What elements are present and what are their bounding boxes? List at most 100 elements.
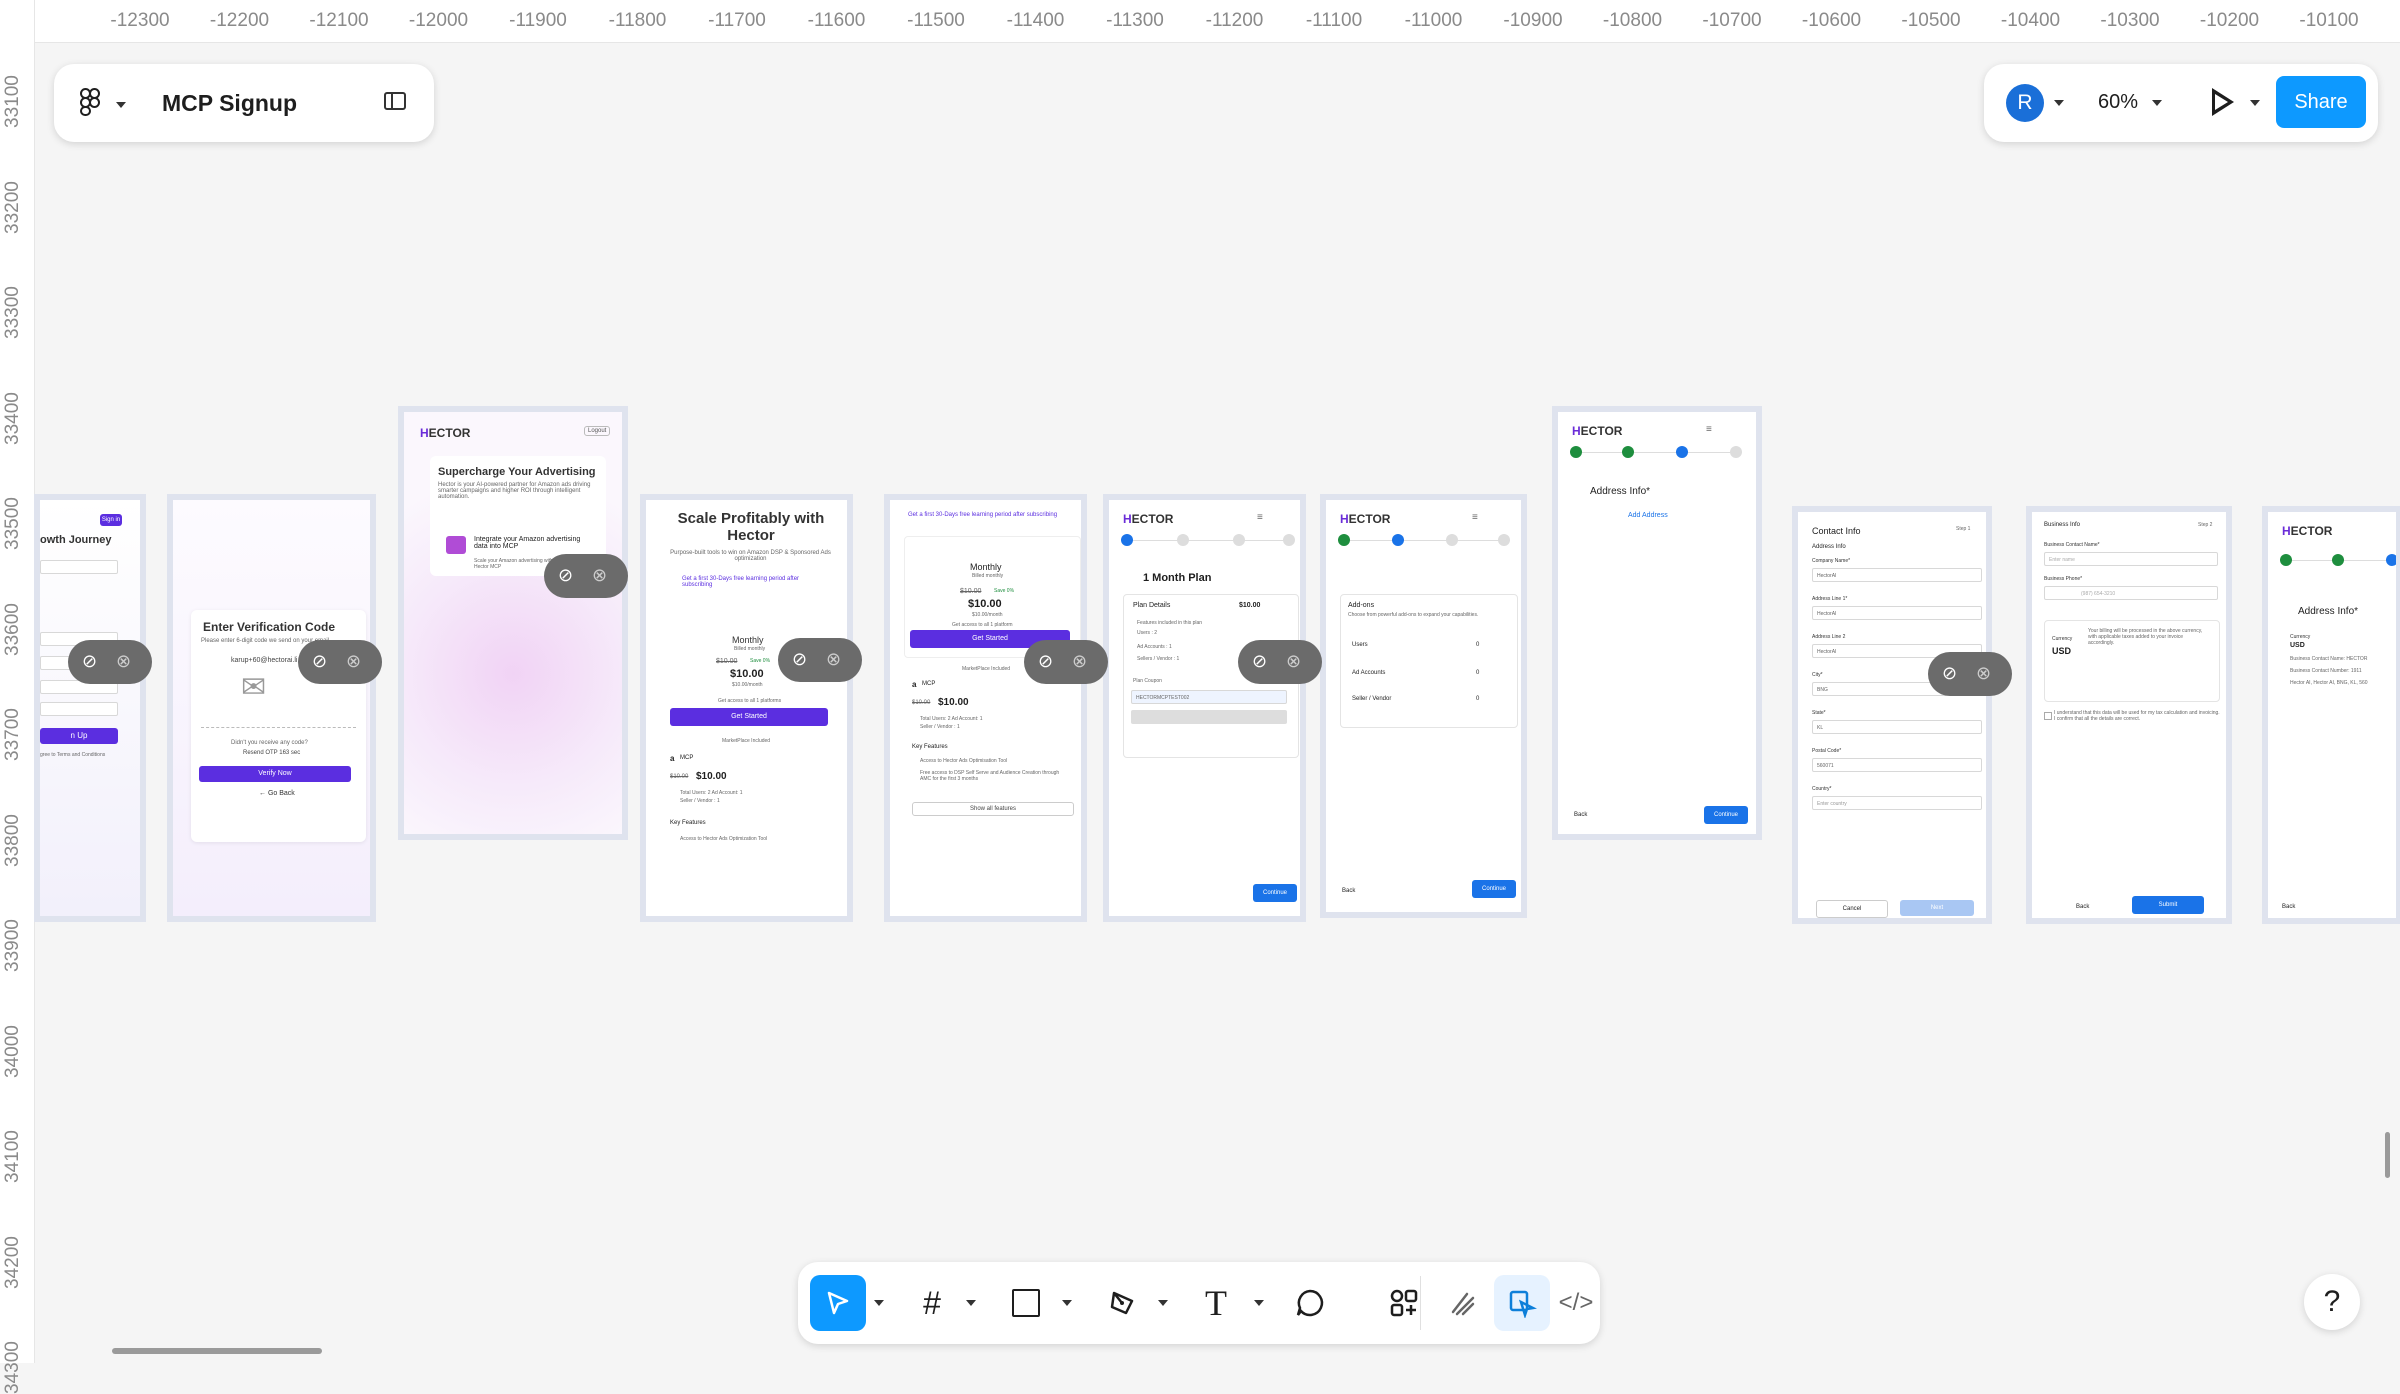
hide-icon[interactable]: ⊗ [346, 651, 361, 672]
figma-menu-icon[interactable] [80, 88, 108, 118]
horizontal-scrollbar[interactable] [112, 1348, 322, 1354]
file-name[interactable]: MCP Signup [162, 90, 297, 117]
menu-icon[interactable]: ≡ [1472, 512, 1478, 523]
unpin-icon[interactable]: ⊘ [1252, 651, 1267, 672]
logout-button[interactable]: Logout [584, 426, 611, 436]
frame-month-plan[interactable]: HECTOR ≡ 1 Month Plan Plan Details $10.0… [1103, 494, 1306, 922]
addr1-input[interactable]: HectorAI [1812, 606, 1982, 620]
frame-business-info[interactable]: Business Info Step 2 Business Contact Na… [2026, 506, 2232, 924]
hide-icon[interactable]: ⊗ [116, 651, 131, 672]
frame-tool-icon[interactable]: # [904, 1275, 960, 1331]
back-button[interactable]: Back [1574, 812, 1587, 818]
addon-ad-count[interactable]: 0 [1476, 670, 1479, 676]
otp-inputs[interactable] [201, 726, 356, 728]
frame-contact-info[interactable]: Contact Info Step 1 Address Info Company… [1792, 506, 1992, 924]
text-tool-icon[interactable]: T [1188, 1275, 1244, 1331]
business-phone-input[interactable]: (987) 654-3210 [2044, 586, 2218, 600]
hide-icon[interactable]: ⊗ [826, 649, 841, 670]
coupon-input[interactable]: HECTORMCPTEST002 [1131, 690, 1287, 704]
zoom-level[interactable]: 60% [2098, 91, 2138, 114]
apply-button[interactable] [1131, 710, 1287, 724]
chevron-down-icon[interactable] [1254, 1300, 1264, 1306]
frame-controls[interactable]: ⊘ ⊗ [1928, 652, 2012, 696]
add-address-button[interactable]: Add Address [1628, 512, 1668, 519]
hide-icon[interactable]: ⊗ [1976, 663, 1991, 684]
chevron-down-icon[interactable] [116, 102, 126, 108]
continue-button[interactable]: Continue [1472, 880, 1516, 898]
comment-tool-icon[interactable] [1282, 1275, 1338, 1331]
pen-tool-icon[interactable] [1094, 1275, 1150, 1331]
avatar[interactable]: R [2006, 84, 2044, 122]
postal-input[interactable]: 560071 [1812, 758, 1982, 772]
frame-pricing-b[interactable]: Get a first 30-Days free learning period… [884, 494, 1087, 922]
frame-address[interactable]: HECTOR ≡ Address Info* Add Address Back … [1552, 406, 1762, 840]
draw-mode-icon[interactable] [1434, 1275, 1490, 1331]
go-back-button[interactable]: ← Go Back [259, 790, 295, 797]
chevron-down-icon[interactable] [874, 1300, 884, 1306]
frame-address-review[interactable]: HECTOR Address Info* Currency USD Busine… [2262, 506, 2400, 924]
key-features: Key Features [670, 820, 706, 826]
get-started-button[interactable]: Get Started [670, 708, 828, 726]
menu-icon[interactable]: ≡ [1706, 424, 1712, 435]
continue-button[interactable]: Continue [1253, 884, 1297, 902]
move-tool[interactable] [810, 1275, 866, 1331]
next-button[interactable]: Next [1900, 900, 1974, 916]
unpin-icon[interactable]: ⊘ [558, 565, 573, 586]
vertical-scrollbar[interactable] [2385, 1132, 2390, 1178]
frame-controls[interactable]: ⊘ ⊗ [544, 554, 628, 598]
resend-otp[interactable]: Resend OTP 163 sec [243, 750, 300, 756]
chevron-down-icon[interactable] [2250, 100, 2260, 106]
state-input[interactable]: KL [1812, 720, 1982, 734]
share-button[interactable]: Share [2276, 76, 2366, 128]
chevron-down-icon[interactable] [1062, 1300, 1072, 1306]
frame-controls[interactable]: ⊘ ⊗ [778, 638, 862, 682]
back-button[interactable]: Back [1342, 888, 1355, 894]
design-mode-icon[interactable] [1494, 1275, 1550, 1331]
chevron-down-icon[interactable] [966, 1300, 976, 1306]
addon-users-count[interactable]: 0 [1476, 642, 1479, 648]
verify-button[interactable]: Verify Now [199, 766, 351, 782]
cancel-button[interactable]: Cancel [1816, 900, 1888, 918]
hide-icon[interactable]: ⊗ [1286, 651, 1301, 672]
business-name-input[interactable]: Enter name [2044, 552, 2218, 566]
frame-supercharge[interactable]: HECTOR Logout Supercharge Your Advertisi… [398, 406, 628, 840]
input-field[interactable] [40, 702, 118, 716]
unpin-icon[interactable]: ⊘ [1942, 663, 1957, 684]
frame-signup[interactable]: Sign in owth Journey n Up gree to Terms … [34, 494, 146, 922]
unpin-icon[interactable]: ⊘ [312, 651, 327, 672]
frame-controls[interactable]: ⊘ ⊗ [1238, 640, 1322, 684]
menu-icon[interactable]: ≡ [1257, 512, 1263, 523]
hide-icon[interactable]: ⊗ [592, 565, 607, 586]
chevron-down-icon[interactable] [1158, 1300, 1168, 1306]
actions-tool-icon[interactable] [1376, 1275, 1432, 1331]
canvas[interactable]: Sign in owth Journey n Up gree to Terms … [34, 42, 2400, 1363]
unpin-icon[interactable]: ⊘ [792, 649, 807, 670]
continue-button[interactable]: Continue [1704, 806, 1748, 824]
frame-controls[interactable]: ⊘ ⊗ [298, 640, 382, 684]
frame-verification[interactable]: Enter Verification Code Please enter 6-d… [167, 494, 376, 922]
help-button[interactable]: ? [2304, 1274, 2360, 1330]
frame-controls[interactable]: ⊘ ⊗ [1024, 640, 1108, 684]
frame-addons[interactable]: HECTOR ≡ Add-ons Choose from powerful ad… [1320, 494, 1527, 918]
unpin-icon[interactable]: ⊘ [82, 651, 97, 672]
country-input[interactable]: Enter country [1812, 796, 1982, 810]
hide-icon[interactable]: ⊗ [1072, 651, 1087, 672]
addon-seller-count[interactable]: 0 [1476, 696, 1479, 702]
dev-mode-icon[interactable]: </> [1548, 1275, 1604, 1331]
company-input[interactable]: HectorAI [1812, 568, 1982, 582]
consent-checkbox[interactable] [2044, 712, 2052, 720]
back-button[interactable]: Back [2076, 904, 2089, 910]
show-all-features-button[interactable]: Show all features [912, 802, 1074, 816]
signup-button[interactable]: n Up [40, 728, 118, 744]
frame-controls[interactable]: ⊘ ⊗ [68, 640, 152, 684]
rectangle-tool-icon[interactable] [998, 1275, 1054, 1331]
signin-button[interactable]: Sign in [100, 514, 122, 526]
submit-button[interactable]: Submit [2132, 896, 2204, 914]
frame-pricing-a[interactable]: Scale Profitably with Hector Purpose-bui… [640, 494, 853, 922]
chevron-down-icon[interactable] [2152, 100, 2162, 106]
chevron-down-icon[interactable] [2054, 100, 2064, 106]
unpin-icon[interactable]: ⊘ [1038, 651, 1053, 672]
input-field[interactable] [40, 560, 118, 574]
back-button[interactable]: Back [2282, 904, 2295, 910]
toggle-sidebar-icon[interactable] [384, 92, 406, 110]
